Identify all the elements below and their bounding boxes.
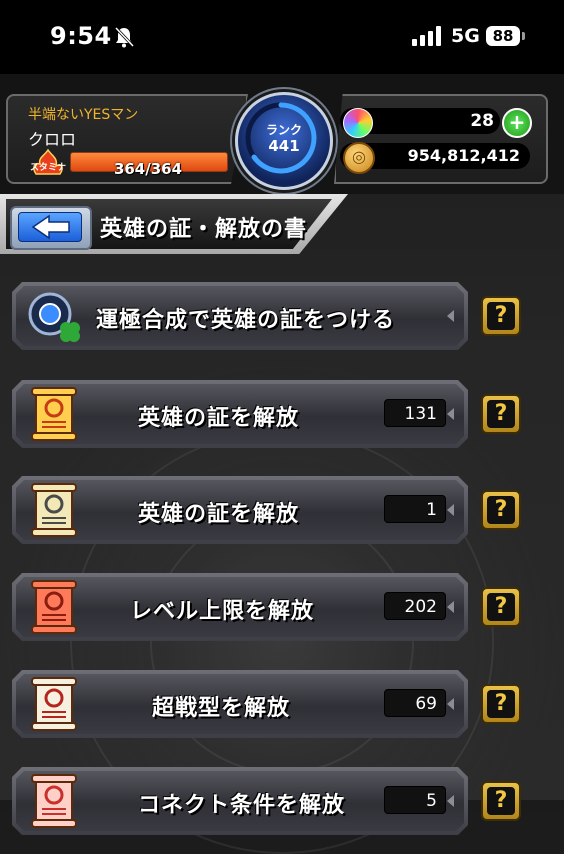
rank-label: ランク bbox=[265, 123, 302, 137]
menu-row-label: 英雄の証を解放 bbox=[138, 406, 300, 431]
stamina-icon: スタミナ bbox=[30, 148, 66, 175]
stamina-label: スタミナ bbox=[30, 161, 66, 173]
question-mark-icon: ? bbox=[487, 302, 515, 330]
help-button[interactable]: ? bbox=[481, 587, 521, 627]
coin-count: 954,812,412 bbox=[407, 146, 520, 165]
menu-row-label: 超戦型を解放 bbox=[152, 696, 291, 721]
network-type: 5G bbox=[451, 25, 480, 47]
signal-icon bbox=[412, 26, 441, 46]
pink-scroll-icon bbox=[31, 774, 77, 828]
clover-ring-icon bbox=[28, 292, 80, 342]
menu-row-button[interactable]: 英雄の証を解放 131 bbox=[12, 380, 468, 448]
help-button[interactable]: ? bbox=[481, 490, 521, 530]
question-mark-icon: ? bbox=[487, 400, 515, 428]
battery-cap bbox=[522, 32, 525, 40]
rank-value: 441 bbox=[268, 137, 300, 155]
menu-row-button[interactable]: コネクト条件を解放 5 bbox=[12, 767, 468, 835]
orb-count: 28 bbox=[470, 111, 494, 131]
status-bar: 9:54 5G 88 bbox=[0, 0, 564, 74]
silver-scroll-icon bbox=[31, 483, 77, 537]
orb-icon bbox=[343, 108, 373, 138]
menu-row-button[interactable]: 運極合成で英雄の証をつける bbox=[12, 282, 468, 350]
back-button-face bbox=[18, 212, 82, 242]
menu-row-count: 5 bbox=[384, 786, 446, 814]
question-mark-icon: ? bbox=[487, 690, 515, 718]
page-title: 英雄の証・解放の書 bbox=[100, 217, 308, 242]
question-mark-icon: ? bbox=[487, 496, 515, 524]
menu-row-count: 1 bbox=[384, 495, 446, 523]
menu-row-label: 英雄の証を解放 bbox=[138, 502, 300, 527]
menu-row-button[interactable]: 英雄の証を解放 1 bbox=[12, 476, 468, 544]
bell-muted-icon bbox=[114, 26, 134, 48]
buy-orbs-button[interactable]: + bbox=[502, 108, 532, 138]
menu-row-label: レベル上限を解放 bbox=[130, 599, 315, 624]
help-button[interactable]: ? bbox=[481, 781, 521, 821]
player-subname: クロロ bbox=[28, 130, 77, 149]
help-button[interactable]: ? bbox=[481, 684, 521, 724]
menu-row-count: 131 bbox=[384, 399, 446, 427]
menu-row-button[interactable]: レベル上限を解放 202 bbox=[12, 573, 468, 641]
battery-icon: 88 bbox=[486, 26, 520, 46]
menu-row-button[interactable]: 超戦型を解放 69 bbox=[12, 670, 468, 738]
question-mark-icon: ? bbox=[487, 787, 515, 815]
red-scroll-icon bbox=[31, 580, 77, 634]
coin-icon: ◎ bbox=[343, 142, 375, 174]
menu-row-label: 運極合成で英雄の証をつける bbox=[96, 308, 396, 333]
player-name: 半端ないYESマン bbox=[28, 107, 139, 123]
status-time: 9:54 bbox=[50, 22, 112, 50]
menu-row-label: コネクト条件を解放 bbox=[138, 793, 346, 818]
white-scroll-icon bbox=[31, 677, 77, 731]
help-button[interactable]: ? bbox=[481, 394, 521, 434]
question-mark-icon: ? bbox=[487, 593, 515, 621]
help-button[interactable]: ? bbox=[481, 296, 521, 336]
back-arrow-icon bbox=[31, 214, 70, 240]
gold-scroll-icon bbox=[31, 387, 77, 441]
menu-row-count: 69 bbox=[384, 689, 446, 717]
stamina-value: 364/364 bbox=[113, 160, 183, 178]
menu-row-count: 202 bbox=[384, 592, 446, 620]
back-button[interactable] bbox=[10, 206, 92, 250]
